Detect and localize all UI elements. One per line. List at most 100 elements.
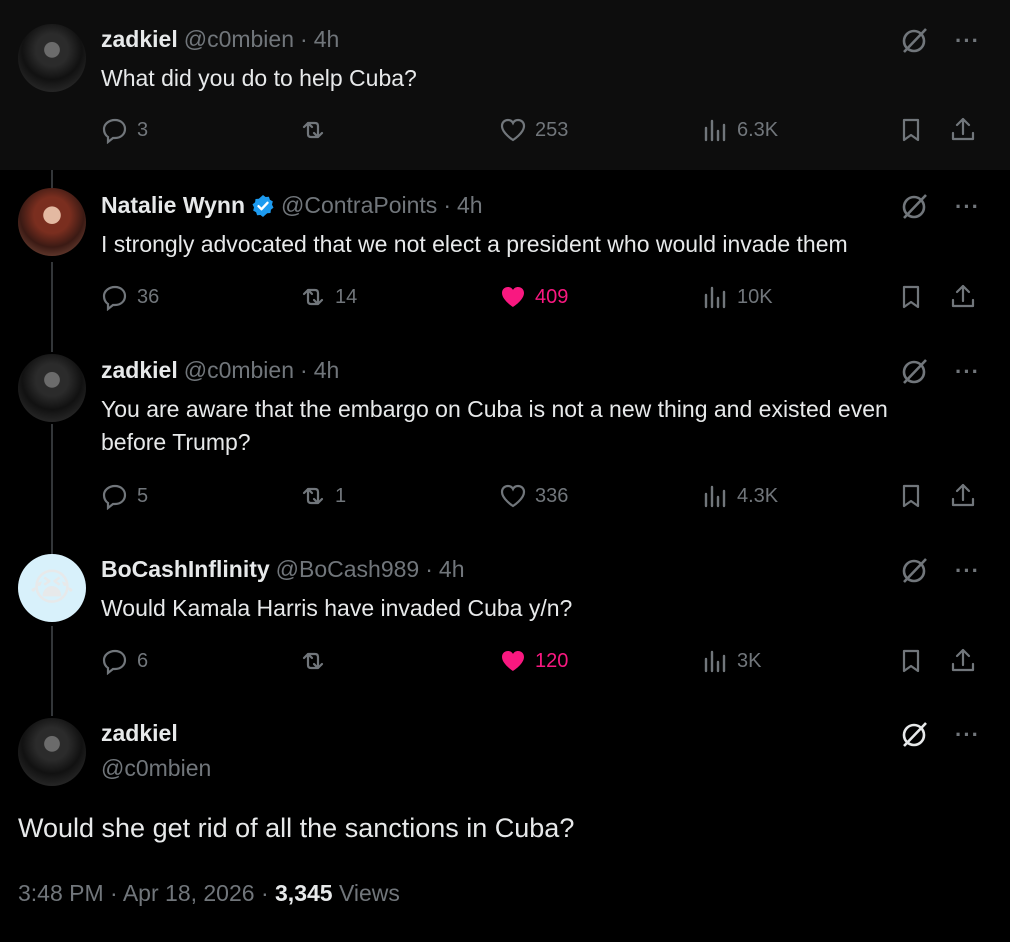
views-count: 3K [737, 649, 762, 672]
more-icon[interactable]: ··· [955, 28, 980, 54]
share-button[interactable] [949, 647, 977, 675]
share-button[interactable] [949, 283, 977, 311]
grok-icon[interactable] [899, 720, 929, 750]
action-bar: 36 14 409 10K [101, 283, 980, 315]
action-bar: 3 253 6.3K [101, 116, 980, 148]
like-button[interactable]: 120 [499, 647, 568, 675]
conversation-thread: zadkiel @c0mbien · 4h ··· What did you d… [0, 0, 1010, 942]
tweet-time[interactable]: 3:48 PM [18, 880, 104, 906]
like-button[interactable]: 336 [499, 482, 568, 510]
reply-tweet[interactable]: Natalie Wynn @ContraPoints · 4h ··· I st… [0, 170, 1010, 340]
like-count: 336 [535, 484, 569, 507]
author-name[interactable]: BoCashInflinity [101, 556, 270, 583]
tweet-time[interactable]: 4h [314, 357, 340, 384]
more-icon[interactable]: ··· [955, 359, 980, 385]
reply-count: 3 [137, 118, 149, 141]
reply-button[interactable]: 6 [101, 647, 148, 675]
reply-tweet[interactable]: zadkiel @c0mbien · 4h ··· What did you d… [0, 0, 1010, 170]
views-button[interactable]: 10K [701, 283, 773, 311]
reply-button[interactable]: 36 [101, 283, 159, 311]
crying-face-emoji: 😭 [29, 567, 75, 609]
grok-icon[interactable] [899, 556, 929, 586]
tweet-text: Would she get rid of all the sanctions i… [18, 813, 575, 843]
retweet-count: 14 [335, 285, 358, 308]
views-count: 4.3K [737, 484, 779, 507]
retweet-button[interactable]: 1 [299, 482, 346, 510]
grok-icon[interactable] [899, 192, 929, 222]
reply-count: 6 [137, 649, 149, 672]
share-icon [951, 648, 975, 672]
views-button[interactable]: 3K [701, 647, 761, 675]
bookmark-button[interactable] [897, 647, 925, 675]
more-icon[interactable]: ··· [955, 558, 980, 584]
author-handle[interactable]: @ContraPoints [281, 192, 437, 219]
share-button[interactable] [949, 116, 977, 144]
verified-badge-icon[interactable] [251, 194, 275, 218]
grok-icon[interactable] [899, 357, 929, 387]
views-count: 3,345 [275, 880, 333, 906]
share-button[interactable] [949, 482, 977, 510]
reply-tweet[interactable]: zadkiel @c0mbien · 4h ··· You are aware … [0, 340, 1010, 538]
retweet-icon [302, 288, 324, 306]
author-name[interactable]: zadkiel [101, 720, 178, 747]
grok-icon[interactable] [899, 26, 929, 56]
views-icon [704, 119, 726, 142]
tweet-header: zadkiel @c0mbien · 4h [101, 26, 339, 53]
reply-tweet[interactable]: 😭 BoCashInflinity @BoCash989 · 4h ··· Wo… [0, 538, 1010, 708]
tweet-metadata: 3:48 PM · Apr 18, 2026 · 3,345 Views [18, 880, 400, 907]
separator-dot: · [110, 880, 118, 906]
bookmark-icon [902, 484, 920, 508]
more-icon[interactable]: ··· [955, 722, 980, 748]
like-icon [502, 287, 524, 307]
author-handle[interactable]: @c0mbien [184, 357, 294, 384]
avatar[interactable]: 😭 [18, 554, 86, 622]
like-button[interactable]: 409 [499, 283, 568, 311]
views-count: 10K [737, 285, 773, 308]
views-label: Views [338, 880, 400, 906]
retweet-button[interactable]: 14 [299, 283, 357, 311]
retweet-button[interactable] [299, 647, 335, 675]
separator-dot: · [260, 880, 269, 906]
author-name[interactable]: zadkiel [101, 357, 178, 384]
bookmark-button[interactable] [897, 283, 925, 311]
retweet-button[interactable] [299, 116, 335, 144]
retweet-count: 1 [335, 484, 347, 507]
author-handle[interactable]: @c0mbien [184, 26, 294, 53]
views-count: 6.3K [737, 118, 779, 141]
tweet-date[interactable]: Apr 18, 2026 [123, 880, 255, 906]
author-handle[interactable]: @c0mbien [101, 755, 211, 782]
separator-dot: · [425, 556, 433, 582]
avatar[interactable] [18, 718, 86, 786]
like-button[interactable]: 253 [499, 116, 568, 144]
tweet-time[interactable]: 4h [314, 26, 340, 53]
separator-dot: · [443, 192, 451, 218]
bookmark-icon [902, 649, 920, 673]
tweet-header: BoCashInflinity @BoCash989 · 4h [101, 556, 465, 583]
avatar[interactable] [18, 188, 86, 256]
share-icon [951, 483, 975, 507]
views-button[interactable]: 6.3K [701, 116, 778, 144]
avatar[interactable] [18, 354, 86, 422]
author-handle[interactable]: @BoCash989 [276, 556, 420, 583]
share-icon [951, 284, 975, 308]
bookmark-button[interactable] [897, 116, 925, 144]
more-icon[interactable]: ··· [955, 194, 980, 220]
like-icon [502, 651, 524, 671]
bookmark-icon [902, 285, 920, 309]
share-icon [951, 117, 975, 141]
tweet-time[interactable]: 4h [457, 192, 483, 219]
author-name[interactable]: zadkiel [101, 26, 178, 53]
like-icon [500, 484, 526, 508]
reply-button[interactable]: 5 [101, 482, 148, 510]
like-count: 409 [535, 285, 569, 308]
bookmark-button[interactable] [897, 482, 925, 510]
tweet-text: You are aware that the embargo on Cuba i… [101, 396, 888, 455]
views-button[interactable]: 4.3K [701, 482, 778, 510]
reply-button[interactable]: 3 [101, 116, 148, 144]
avatar[interactable] [18, 24, 86, 92]
tweet-time[interactable]: 4h [439, 556, 465, 583]
retweet-icon [302, 121, 324, 139]
author-name[interactable]: Natalie Wynn [101, 192, 245, 219]
reply-icon [102, 649, 127, 675]
reply-count: 5 [137, 484, 149, 507]
